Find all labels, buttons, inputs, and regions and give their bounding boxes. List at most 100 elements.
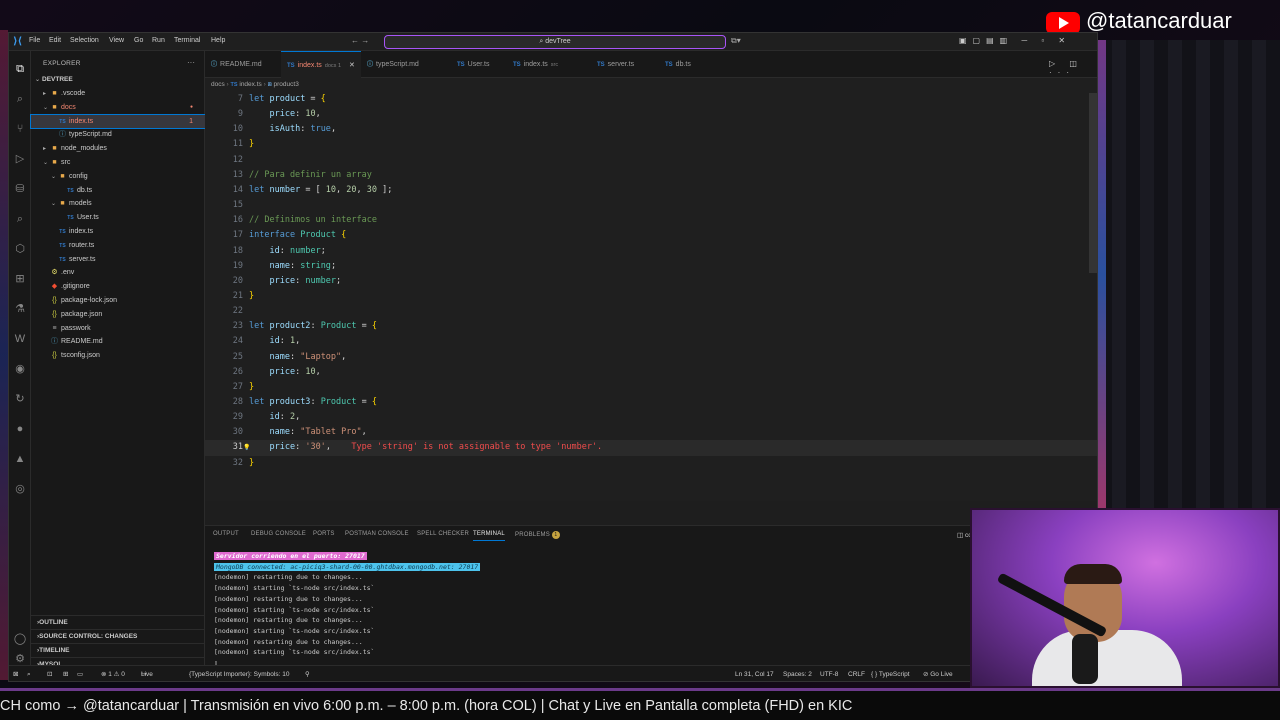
code-line[interactable]: 23 let product2: Product = { xyxy=(205,319,1097,334)
tree-item[interactable]: ▸ ■ .vscode xyxy=(31,87,205,100)
tree-item[interactable]: TS index.ts xyxy=(31,225,205,238)
tree-item[interactable]: TS router.ts xyxy=(31,239,205,252)
menu-go[interactable]: Go xyxy=(134,37,143,44)
explorer-icon[interactable]: ⧉ xyxy=(12,61,28,77)
code-line[interactable]: 32} xyxy=(205,456,1097,471)
code-line[interactable]: 11} xyxy=(205,137,1097,152)
indentation[interactable]: Spaces: 2 xyxy=(783,666,812,681)
lightbulb-icon[interactable]: 💡 xyxy=(243,440,250,455)
deploy-icon[interactable]: ▲ xyxy=(12,451,28,467)
code-line[interactable]: 24 id: 1, xyxy=(205,334,1097,349)
code-line[interactable]: 30 name: "Tablet Pro", xyxy=(205,425,1097,440)
tree-item[interactable]: ⌄ ■ config xyxy=(31,170,205,183)
editor-tab[interactable]: TS index.ts src xyxy=(507,51,591,78)
command-center-search[interactable]: ⌕ devTree xyxy=(384,35,726,49)
code-line[interactable]: 21} xyxy=(205,289,1097,304)
panel-tab-problems[interactable]: PROBLEMS 1 xyxy=(515,531,560,539)
panel-tab-debug-console[interactable]: DEBUG CONSOLE xyxy=(251,531,306,537)
code-line[interactable]: 20 price: number; xyxy=(205,274,1097,289)
sidebar-section-outline[interactable]: ›OUTLINE xyxy=(31,615,205,628)
editor-actions[interactable]: ▷ ◫ ··· xyxy=(1049,59,1097,77)
ts-importer-status[interactable]: {TypeScript Importer}: Symbols: 10 xyxy=(189,666,289,681)
tree-item[interactable]: ⌄ ■ docs ● xyxy=(31,101,205,114)
branch-icon[interactable]: ⚲ xyxy=(305,666,310,681)
account-icon[interactable]: ◯ xyxy=(12,631,28,647)
panel-tab-output[interactable]: OUTPUT xyxy=(213,531,239,537)
window-controls[interactable]: ▣▢▤▥ ─ ▫ ✕ xyxy=(959,36,1071,45)
postman-icon[interactable]: ◉ xyxy=(12,361,28,377)
live-share-icon[interactable]: ↻ xyxy=(12,391,28,407)
tree-item[interactable]: ▸ ■ node_modules xyxy=(31,142,205,155)
tree-item[interactable]: ◆ .gitignore xyxy=(31,280,205,293)
menu-file[interactable]: File xyxy=(29,37,40,44)
language-mode[interactable]: { } TypeScript xyxy=(871,666,910,681)
problems-indicator[interactable]: ⊗ 1 ⚠ 0 xyxy=(101,666,125,681)
code-line[interactable]: 14 let number = [ 10, 20, 30 ]; xyxy=(205,183,1097,198)
code-line[interactable]: 7 let product = { xyxy=(205,92,1097,107)
cursor-position[interactable]: Ln 31, Col 17 xyxy=(735,666,774,681)
debug-icon[interactable]: ⊞ xyxy=(63,666,68,681)
sidebar-section-source-control-changes[interactable]: ›SOURCE CONTROL: CHANGES xyxy=(31,629,205,642)
tree-item[interactable]: TS index.ts 1 xyxy=(30,113,206,129)
menu-run[interactable]: Run xyxy=(152,37,165,44)
editor-tab[interactable]: ⓘ README.md xyxy=(205,51,281,78)
tree-item[interactable]: TS db.ts xyxy=(31,184,205,197)
layout-icon[interactable]: ▭ xyxy=(77,666,83,681)
menu-view[interactable]: View xyxy=(109,37,124,44)
code-line[interactable]: 9 price: 10, xyxy=(205,107,1097,122)
code-line[interactable]: 22 xyxy=(205,304,1097,319)
tree-item[interactable]: TS User.ts xyxy=(31,211,205,224)
code-line[interactable]: 19 name: string; xyxy=(205,259,1097,274)
remote-icon[interactable]: ⌕ xyxy=(12,211,28,227)
workspace-root[interactable]: ⌄ DEVTREE xyxy=(31,73,205,86)
encoding[interactable]: UTF-8 xyxy=(820,666,838,681)
tree-item[interactable]: TS server.ts xyxy=(31,253,205,266)
source-control-icon[interactable]: ⑂ xyxy=(12,121,28,137)
breadcrumb-file[interactable]: index.ts xyxy=(239,81,261,88)
copilot-chat-icon[interactable]: ◎ xyxy=(12,481,28,497)
code-editor[interactable]: 7 let product = {9 price: 10, 10 isAuth: t… xyxy=(205,91,1097,501)
editor-tab[interactable]: TS index.ts docs 1 ✕ xyxy=(281,51,361,78)
tree-item[interactable]: ⌄ ■ src xyxy=(31,156,205,169)
editor-tab[interactable]: ⓘ typeScript.md xyxy=(361,51,451,78)
database-icon[interactable]: ⛁ xyxy=(12,181,28,197)
end-of-line[interactable]: CRLF xyxy=(848,666,865,681)
tree-item[interactable]: ⌄ ■ models xyxy=(31,197,205,210)
panel-tab-spell-checker[interactable]: SPELL CHECKER xyxy=(417,531,469,537)
close-icon[interactable]: ✕ xyxy=(349,62,355,69)
nav-arrows[interactable]: ← → xyxy=(351,36,369,45)
docker-icon[interactable]: ⬡ xyxy=(12,241,28,257)
code-line[interactable]: 12 xyxy=(205,153,1097,168)
more-actions-icon[interactable]: ··· xyxy=(187,58,195,67)
panel-tab-postman-console[interactable]: POSTMAN CONSOLE xyxy=(345,531,409,537)
editor-tab[interactable]: TS server.ts xyxy=(591,51,659,78)
code-line[interactable]: 18 id: number; xyxy=(205,244,1097,259)
code-line[interactable]: 13 // Para definir un array xyxy=(205,168,1097,183)
editor-tab[interactable]: TS db.ts xyxy=(659,51,719,78)
extensions-icon[interactable]: ⊞ xyxy=(12,271,28,287)
ports-icon[interactable]: ⊡ xyxy=(47,666,52,681)
editor-tab[interactable]: TS User.ts xyxy=(451,51,507,78)
github-icon[interactable]: ● xyxy=(12,421,28,437)
code-line[interactable]: 28 let product3: Product = { xyxy=(205,395,1097,410)
search-icon[interactable]: ⌕ xyxy=(27,666,31,681)
code-line[interactable]: 29 id: 2, xyxy=(205,410,1097,425)
breadcrumb-folder[interactable]: docs xyxy=(211,81,225,88)
testing-icon[interactable]: ⚗ xyxy=(12,301,28,317)
code-line[interactable]: 26 price: 10, xyxy=(205,365,1097,380)
code-line[interactable]: 16 // Definimos un interface xyxy=(205,213,1097,228)
tree-item[interactable]: {} package.json xyxy=(31,308,205,321)
panel-tab-ports[interactable]: PORTS xyxy=(313,531,335,537)
search-icon[interactable]: ⌕ xyxy=(12,91,28,107)
tree-item[interactable]: ⚙ .env xyxy=(31,266,205,279)
panel-tab-terminal[interactable]: TERMINAL xyxy=(473,531,505,541)
code-line[interactable]: 10 isAuth: true, xyxy=(205,122,1097,137)
menu-terminal[interactable]: Terminal xyxy=(174,37,200,44)
copilot-icon[interactable]: ⧉▾ xyxy=(731,36,741,46)
tree-item[interactable]: ⓘ typeScript.md xyxy=(31,128,205,141)
editor-scrollbar[interactable] xyxy=(1089,93,1097,273)
tree-item[interactable]: {} package-lock.json xyxy=(31,294,205,307)
tree-item[interactable]: {} tsconfig.json xyxy=(31,349,205,362)
menu-help[interactable]: Help xyxy=(211,37,225,44)
go-live-button[interactable]: ⊘ Go Live xyxy=(923,666,953,681)
